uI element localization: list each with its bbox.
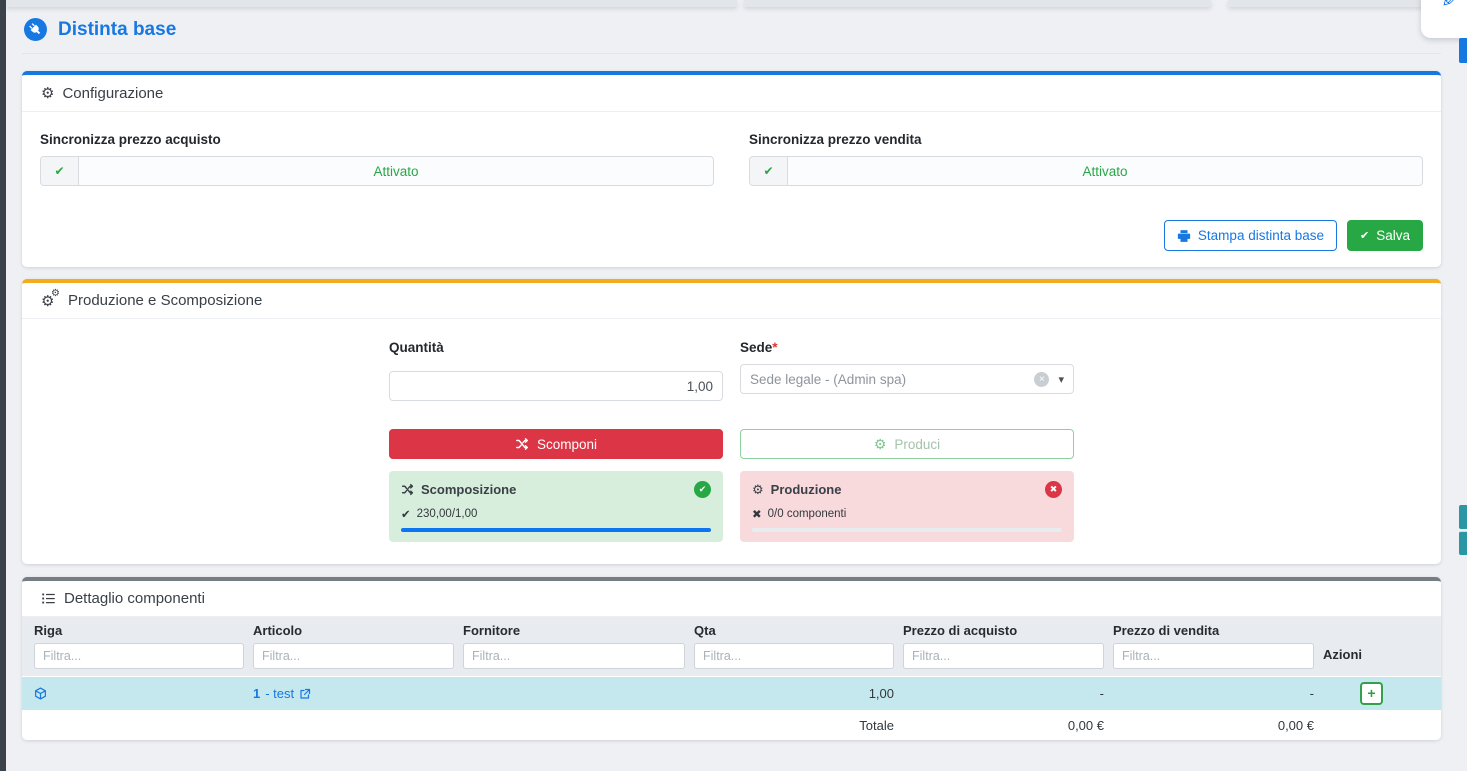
shuffle-icon xyxy=(515,437,529,451)
sync-vendita-label: Sincronizza prezzo vendita xyxy=(749,132,1423,147)
filter-prezzo-vendita-input[interactable] xyxy=(1113,643,1314,669)
pencil-icon: ✎ xyxy=(1441,0,1459,13)
gear-icon: ⚙ xyxy=(752,482,764,498)
scomposizione-progress-bar xyxy=(401,528,711,532)
scomposizione-status-card: Scomposizione ✔ ✔ 230,00/1,00 xyxy=(389,471,723,542)
column-header-prezzo-acquisto: Prezzo di acquisto xyxy=(903,624,1104,638)
sede-select[interactable]: Sede legale - (Admin spa) × ▾ xyxy=(740,364,1074,394)
scomponi-button[interactable]: Scomponi xyxy=(389,429,723,459)
prezzo-acquisto-cell: - xyxy=(903,686,1113,701)
sync-acquisto-field[interactable]: ✔ Attivato xyxy=(40,156,714,186)
scomposizione-status-text: ✔ 230,00/1,00 xyxy=(401,507,711,521)
cross-icon: ✖ xyxy=(752,507,762,521)
main-content: Distinta base ⚙ Configurazione Sincroniz… xyxy=(22,10,1441,740)
error-badge-icon: ✖ xyxy=(1045,481,1062,498)
clear-icon[interactable]: × xyxy=(1034,372,1049,387)
required-asterisk: * xyxy=(772,340,777,355)
sync-acquisto-value: Attivato xyxy=(79,157,713,185)
list-icon xyxy=(41,591,56,606)
scrolled-card-edge xyxy=(744,0,1211,7)
configurazione-card: ⚙ Configurazione Sincronizza prezzo acqu… xyxy=(22,71,1441,267)
filter-fornitore-input[interactable] xyxy=(463,643,685,669)
dettaglio-card: Dettaglio componenti Riga Articolo Forni… xyxy=(22,577,1441,740)
cube-icon xyxy=(34,687,47,700)
filter-prezzo-acquisto-input[interactable] xyxy=(903,643,1104,669)
sync-vendita-value: Attivato xyxy=(788,157,1422,185)
printer-icon xyxy=(1177,229,1191,243)
plus-icon: + xyxy=(1367,685,1375,701)
cogs-icon: ⚙ ⚙ xyxy=(41,292,60,309)
quantita-label: Quantità xyxy=(389,340,723,355)
column-header-prezzo-vendita: Prezzo di vendita xyxy=(1113,624,1314,638)
produzione-status-text: ✖ 0/0 componenti xyxy=(752,507,1062,521)
section-title: Configurazione xyxy=(62,85,163,102)
quantita-input[interactable] xyxy=(389,371,723,401)
totale-row: Totale 0,00 € 0,00 € xyxy=(22,711,1441,740)
sede-selected-value: Sede legale - (Admin spa) xyxy=(750,372,1034,387)
sidebar-edge xyxy=(0,0,6,771)
stampa-distinta-button[interactable]: Stampa distinta base xyxy=(1164,220,1337,251)
check-icon: ✔ xyxy=(401,507,411,521)
sync-vendita-field[interactable]: ✔ Attivato xyxy=(749,156,1423,186)
prezzo-vendita-cell: - xyxy=(1113,686,1323,701)
filter-articolo-input[interactable] xyxy=(253,643,454,669)
success-badge-icon: ✔ xyxy=(694,481,711,498)
totale-label: Totale xyxy=(694,718,903,733)
section-title: Dettaglio componenti xyxy=(64,590,205,607)
page-header: Distinta base xyxy=(22,10,1441,54)
scrolled-card-edge xyxy=(1228,0,1441,7)
section-title: Produzione e Scomposizione xyxy=(68,292,262,309)
produzione-status-card: ⚙ Produzione ✖ ✖ 0/0 componenti xyxy=(740,471,1074,542)
check-icon: ✔ xyxy=(1360,229,1369,242)
filter-qta-input[interactable] xyxy=(694,643,894,669)
gear-icon: ⚙ xyxy=(874,436,887,453)
column-header-riga: Riga xyxy=(34,624,244,638)
dettaglio-header: Dettaglio componenti xyxy=(22,581,1441,617)
column-header-articolo: Articolo xyxy=(253,624,454,638)
external-link-icon xyxy=(299,688,311,700)
gear-icon: ⚙ xyxy=(41,84,54,102)
column-header-qta: Qta xyxy=(694,624,894,638)
table-row[interactable]: 1 - test 1,00 - - + xyxy=(22,676,1441,711)
produzione-progress-bar xyxy=(752,528,1062,532)
articolo-link[interactable]: 1 - test xyxy=(253,686,311,701)
salva-button[interactable]: ✔ Salva xyxy=(1347,220,1423,251)
edge-tab-teal-top[interactable] xyxy=(1459,505,1467,529)
configurazione-header: ⚙ Configurazione xyxy=(22,75,1441,112)
page-title: Distinta base xyxy=(58,19,176,41)
plug-icon xyxy=(24,18,47,41)
check-icon: ✔ xyxy=(41,157,79,185)
column-header-azioni: Azioni xyxy=(1323,648,1420,662)
produzione-card: ⚙ ⚙ Produzione e Scomposizione Quantità … xyxy=(22,279,1441,564)
column-header-fornitore: Fornitore xyxy=(463,624,685,638)
scrolled-card-edge xyxy=(6,0,737,7)
edge-tab-blue[interactable] xyxy=(1459,38,1467,63)
shuffle-icon xyxy=(401,483,414,496)
produci-button[interactable]: ⚙ Produci xyxy=(740,429,1074,459)
add-component-button[interactable]: + xyxy=(1360,682,1383,705)
produzione-header: ⚙ ⚙ Produzione e Scomposizione xyxy=(22,283,1441,319)
totale-prezzo-acquisto: 0,00 € xyxy=(903,718,1113,733)
sync-acquisto-label: Sincronizza prezzo acquisto xyxy=(40,132,714,147)
check-icon: ✔ xyxy=(750,157,788,185)
caret-down-icon: ▾ xyxy=(1058,373,1064,386)
totale-prezzo-vendita: 0,00 € xyxy=(1113,718,1323,733)
qta-cell: 1,00 xyxy=(694,686,903,701)
sede-label: Sede* xyxy=(740,340,1074,355)
edge-tab-teal-bottom[interactable] xyxy=(1459,531,1467,555)
filter-riga-input[interactable] xyxy=(34,643,244,669)
